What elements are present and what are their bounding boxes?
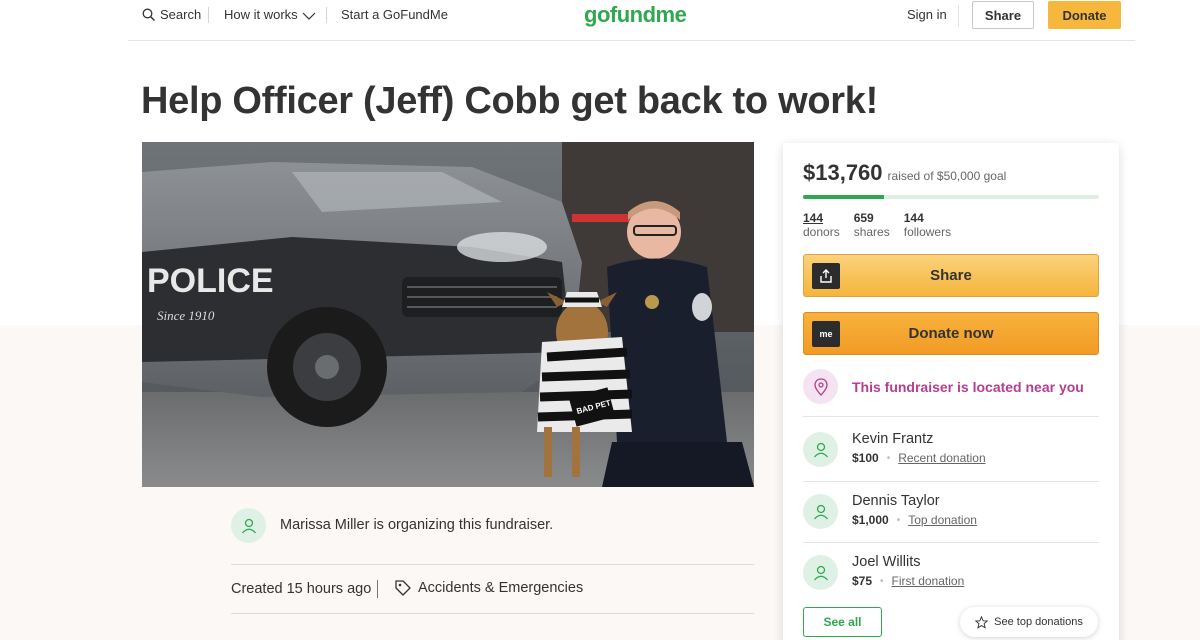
donation-item: Joel Willits $75 • First donation: [803, 554, 964, 590]
stat-followers-label: followers: [903, 225, 952, 239]
tag-icon: [395, 580, 411, 596]
donor-avatar: [803, 432, 838, 467]
car-police-text: POLICE: [147, 262, 274, 300]
search-link[interactable]: Search: [142, 7, 201, 22]
nav-divider: [326, 7, 327, 23]
raised-goal: raised of $50,000 goal: [887, 169, 1007, 183]
star-icon: [975, 615, 989, 629]
progress-bar: [803, 195, 1099, 199]
donation-amount: $100: [852, 451, 879, 465]
nav-divider: [958, 5, 959, 27]
car-motto-text: Since 1910: [157, 308, 215, 323]
stat-donors-label: donors: [803, 225, 840, 239]
location-notice: This fundraiser is located near you: [803, 369, 1084, 404]
stat-shares-label: shares: [853, 225, 890, 239]
donor-avatar: [803, 494, 838, 529]
divider: [803, 481, 1099, 482]
location-pin-badge: [803, 369, 838, 404]
donate-now-button[interactable]: me Donate now: [803, 312, 1099, 355]
location-pin-icon: [813, 377, 828, 396]
bullet-separator: •: [886, 452, 891, 464]
organizer-text: Marissa Miller is organizing this fundra…: [280, 517, 554, 533]
stat-shares: 659 shares: [854, 211, 890, 239]
person-icon: [813, 565, 828, 580]
raised-amount: $13,760: [803, 160, 883, 185]
person-icon: [241, 518, 256, 533]
stat-followers: 144 followers: [904, 211, 951, 239]
raised-summary: $13,760 raised of $50,000 goal: [803, 160, 1006, 186]
divider: [803, 416, 1099, 417]
officer-with-dog-photo: POLICE Since 1910 BAD PET: [142, 142, 754, 487]
how-it-works-dropdown[interactable]: How it works: [224, 7, 316, 22]
stat-shares-number: 659: [853, 211, 874, 225]
share-button[interactable]: Share: [803, 254, 1099, 297]
see-top-donations-button[interactable]: See top donations: [960, 607, 1098, 637]
donor-name: Dennis Taylor: [852, 493, 940, 509]
divider: [803, 542, 1099, 543]
header-share-button[interactable]: Share: [972, 1, 1034, 29]
divider: [231, 613, 754, 614]
donation-item: Dennis Taylor $1,000 • Top donation: [803, 493, 977, 529]
donation-item: Kevin Frantz $100 • Recent donation: [803, 431, 986, 467]
logo-text: gofundme: [584, 2, 687, 27]
see-top-donations-label: See top donations: [994, 616, 1083, 628]
location-notice-text: This fundraiser is located near you: [852, 378, 1084, 395]
how-it-works-label: How it works: [224, 7, 298, 22]
see-all-button[interactable]: See all: [803, 607, 882, 637]
donation-type-link[interactable]: Recent donation: [898, 451, 985, 465]
donor-name: Kevin Frantz: [852, 431, 934, 447]
organizer-avatar: [231, 508, 266, 543]
sign-in-label: Sign in: [907, 7, 947, 22]
donation-type-link[interactable]: Top donation: [908, 513, 977, 527]
bullet-separator: •: [880, 575, 884, 587]
nav-divider: [208, 7, 209, 23]
donate-now-label: Donate now: [908, 325, 994, 342]
category-label: Accidents & Emergencies: [418, 580, 584, 596]
donation-panel: $13,760 raised of $50,000 goal 144 donor…: [783, 143, 1119, 640]
share-label: Share: [930, 267, 972, 284]
divider: [231, 564, 754, 565]
donation-amount: $75: [852, 574, 873, 588]
top-nav: Search How it works Start a GoFundMe gof…: [128, 0, 1135, 41]
category-link[interactable]: Accidents & Emergencies: [394, 579, 583, 597]
campaign-title: Help Officer (Jeff) Cobb get back to wor…: [141, 80, 878, 122]
donation-type-link[interactable]: First donation: [892, 574, 965, 588]
stat-followers-number: 144: [903, 211, 924, 225]
search-label: Search: [160, 7, 202, 22]
donor-name: Joel Willits: [852, 554, 921, 570]
created-time: Created 15 hours ago: [231, 581, 372, 597]
stat-donors-number: 144: [803, 211, 824, 225]
start-gofundme-label: Start a GoFundMe: [341, 7, 448, 22]
gofundme-me-icon: me: [812, 321, 840, 347]
start-gofundme-link[interactable]: Start a GoFundMe: [341, 7, 448, 22]
header-donate-button[interactable]: Donate: [1048, 1, 1121, 29]
donation-amount: $1,000: [852, 513, 889, 527]
person-icon: [813, 504, 828, 519]
person-icon: [813, 442, 828, 457]
share-icon: [812, 263, 840, 289]
divider: [377, 580, 378, 598]
campaign-hero-image: POLICE Since 1910 BAD PET: [142, 142, 754, 487]
progress-bar-fill: [803, 195, 885, 199]
search-icon: [142, 8, 155, 21]
sign-in-link[interactable]: Sign in: [907, 7, 947, 22]
campaign-stats: 144 donors 659 shares 144 followers: [803, 211, 965, 239]
chevron-down-icon: [302, 12, 316, 20]
gofundme-logo[interactable]: gofundme: [584, 2, 687, 28]
donor-avatar: [803, 555, 838, 590]
stat-donors[interactable]: 144 donors: [803, 211, 840, 239]
bullet-separator: •: [896, 514, 901, 526]
